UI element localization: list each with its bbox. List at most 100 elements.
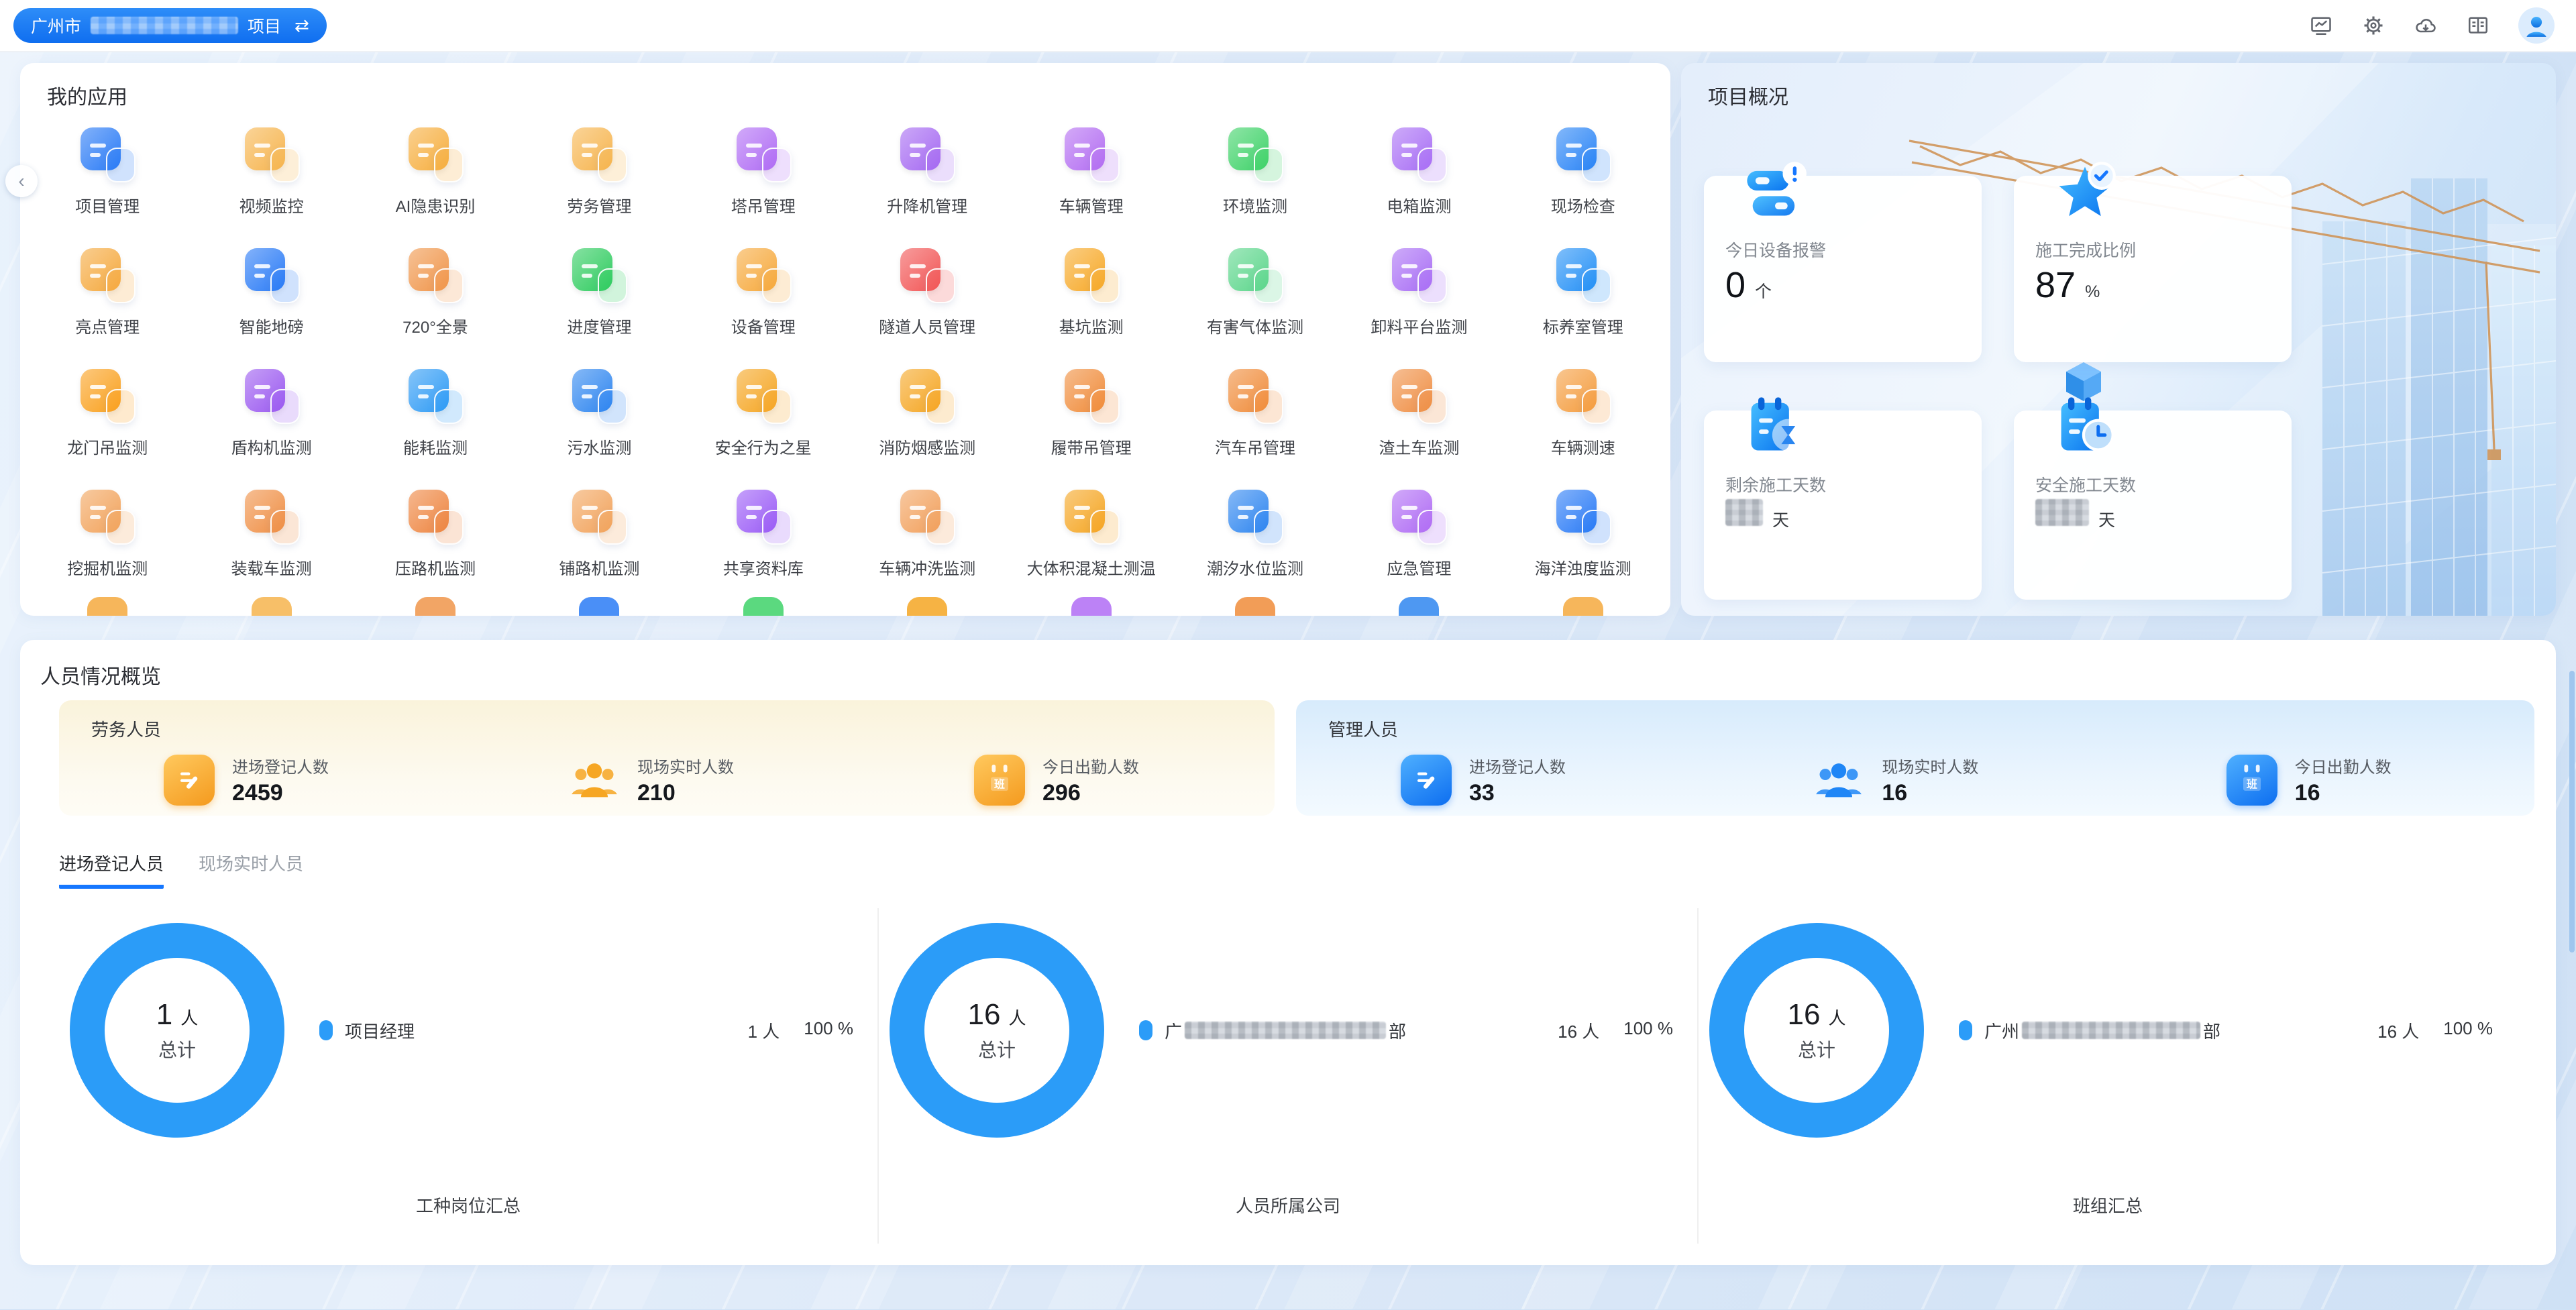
legend-label: 广州 部 xyxy=(1984,1018,2220,1043)
labor-onsite-stat: 现场实时人数 210 xyxy=(464,745,869,816)
app-icon xyxy=(1227,368,1283,424)
app-shortcut[interactable]: 标养室管理 xyxy=(1501,235,1665,356)
app-icon xyxy=(244,126,300,182)
app-label: 能耗监测 xyxy=(403,435,468,458)
app-shortcut[interactable]: 现场检查 xyxy=(1501,114,1665,235)
app-shortcut[interactable]: 有害气体监测 xyxy=(1173,235,1337,356)
app-label: 压路机监测 xyxy=(395,555,476,579)
app-icon xyxy=(1391,247,1447,303)
app-icon xyxy=(571,488,627,545)
app-label: 现场检查 xyxy=(1551,193,1615,217)
user-icon xyxy=(2518,7,2555,44)
app-label: 铺路机监测 xyxy=(559,555,639,579)
app-shortcut[interactable]: 能耗监测 xyxy=(354,356,517,476)
redacted-company-name xyxy=(1185,1022,1386,1039)
app-shortcut[interactable]: 劳务管理 xyxy=(517,114,681,235)
app-shortcut[interactable]: 卸料平台监测 xyxy=(1337,235,1501,356)
stat-value: 16 xyxy=(2295,780,2392,806)
overview-unit: % xyxy=(2085,282,2100,302)
app-shortcut[interactable]: 渣土车监测 xyxy=(1337,356,1501,476)
app-shortcut[interactable]: 挖掘机监测 xyxy=(25,476,189,597)
app-shortcut[interactable]: 汽车吊管理 xyxy=(1173,356,1337,476)
app-shortcut[interactable]: 车辆管理 xyxy=(1009,114,1173,235)
app-shortcut[interactable]: 进度管理 xyxy=(517,235,681,356)
handbook-icon[interactable] xyxy=(2466,13,2490,38)
app-shortcut[interactable]: 车辆测速 xyxy=(1501,356,1665,476)
app-shortcut[interactable]: 应急管理 xyxy=(1337,476,1501,597)
app-shortcut[interactable]: 共享资料库 xyxy=(682,476,845,597)
app-icon xyxy=(1227,247,1283,303)
monitor-chart-icon[interactable] xyxy=(2309,13,2333,38)
app-label: 设备管理 xyxy=(731,314,796,337)
chart-companies: 16 人 总计 广 部 16 人 100 % xyxy=(877,908,1697,1244)
tab-realtime-personnel[interactable]: 现场实时人员 xyxy=(199,851,303,889)
overview-unit: 天 xyxy=(1772,507,1789,531)
app-shortcut[interactable]: 视频监控 xyxy=(189,114,353,235)
chart-job-positions: 1 人 总计 项目经理 1 人 100 % 工种岗位汇总 xyxy=(59,908,877,1244)
app-shortcut[interactable]: 盾构机监测 xyxy=(189,356,353,476)
page-scrollbar-thumb[interactable] xyxy=(2569,671,2575,952)
app-shortcut[interactable]: 设备管理 xyxy=(682,235,845,356)
people-icon xyxy=(569,755,620,806)
app-icon xyxy=(407,126,464,182)
settings-gear-icon[interactable] xyxy=(2361,13,2385,38)
app-shortcut[interactable]: 安全行为之星 xyxy=(682,356,845,476)
app-shortcut[interactable]: 车辆冲洗监测 xyxy=(845,476,1009,597)
donut-chart: 16 人 总计 xyxy=(890,923,1104,1138)
app-shortcut[interactable]: 海洋浊度监测 xyxy=(1501,476,1665,597)
app-icon xyxy=(244,368,300,424)
app-shortcut[interactable]: AI隐患识别 xyxy=(354,114,517,235)
legend-bullet xyxy=(1139,1020,1152,1040)
app-icon-peek xyxy=(87,597,127,616)
app-icon xyxy=(735,247,792,303)
project-switcher[interactable]: 广州市 项目 ⇄ xyxy=(13,8,327,43)
app-shortcut[interactable]: 电箱监测 xyxy=(1337,114,1501,235)
stat-label: 进场登记人数 xyxy=(1469,754,1566,777)
legend-bullet xyxy=(319,1020,333,1040)
app-shortcut[interactable]: 消防烟感监测 xyxy=(845,356,1009,476)
app-icon xyxy=(79,368,136,424)
app-shortcut[interactable]: 720°全景 xyxy=(354,235,517,356)
app-icon-peek xyxy=(1071,597,1112,616)
personnel-title: 人员情况概览 xyxy=(40,660,161,690)
app-shortcut[interactable]: 环境监测 xyxy=(1173,114,1337,235)
app-label: 潮汐水位监测 xyxy=(1207,555,1303,579)
overview-label: 今日设备报警 xyxy=(1725,237,1826,262)
app-shortcut[interactable]: 装载车监测 xyxy=(189,476,353,597)
app-shortcut[interactable]: 大体积混凝土测温 xyxy=(1009,476,1173,597)
cloud-download-icon[interactable] xyxy=(2414,13,2438,38)
donut-label: 总计 xyxy=(158,1036,196,1062)
app-shortcut[interactable]: 压路机监测 xyxy=(354,476,517,597)
switch-project-icon[interactable]: ⇄ xyxy=(294,15,309,36)
app-icon xyxy=(79,126,136,182)
app-shortcut[interactable]: 基坑监测 xyxy=(1009,235,1173,356)
app-icon xyxy=(1227,126,1283,182)
user-avatar[interactable] xyxy=(2518,7,2555,44)
donut-label: 总计 xyxy=(1798,1036,1835,1062)
app-shortcut[interactable]: 亮点管理 xyxy=(25,235,189,356)
app-icon xyxy=(407,247,464,303)
overview-unit: 个 xyxy=(1755,278,1772,303)
safe-days-icon xyxy=(2051,392,2118,459)
stat-value: 33 xyxy=(1469,780,1566,806)
apps-scroll-left-button[interactable]: ‹ xyxy=(5,165,38,197)
app-shortcut[interactable]: 升降机管理 xyxy=(845,114,1009,235)
remaining-days-icon xyxy=(1741,392,1809,459)
app-shortcut[interactable]: 铺路机监测 xyxy=(517,476,681,597)
app-shortcut[interactable]: 履带吊管理 xyxy=(1009,356,1173,476)
stat-label: 今日出勤人数 xyxy=(1042,754,1139,777)
app-label: 升降机管理 xyxy=(887,193,967,217)
app-shortcut[interactable]: 项目管理 xyxy=(25,114,189,235)
app-shortcut[interactable]: 隧道人员管理 xyxy=(845,235,1009,356)
app-shortcut[interactable]: 龙门吊监测 xyxy=(25,356,189,476)
device-alarm-icon xyxy=(1741,157,1809,224)
app-shortcut[interactable]: 污水监测 xyxy=(517,356,681,476)
app-shortcut[interactable]: 塔吊管理 xyxy=(682,114,845,235)
app-label: 有害气体监测 xyxy=(1207,314,1303,337)
app-label: 车辆测速 xyxy=(1551,435,1615,458)
app-icon xyxy=(735,126,792,182)
app-shortcut[interactable]: 潮汐水位监测 xyxy=(1173,476,1337,597)
app-shortcut[interactable]: 智能地磅 xyxy=(189,235,353,356)
tab-registered-personnel[interactable]: 进场登记人员 xyxy=(59,851,164,889)
app-icon xyxy=(1063,247,1120,303)
